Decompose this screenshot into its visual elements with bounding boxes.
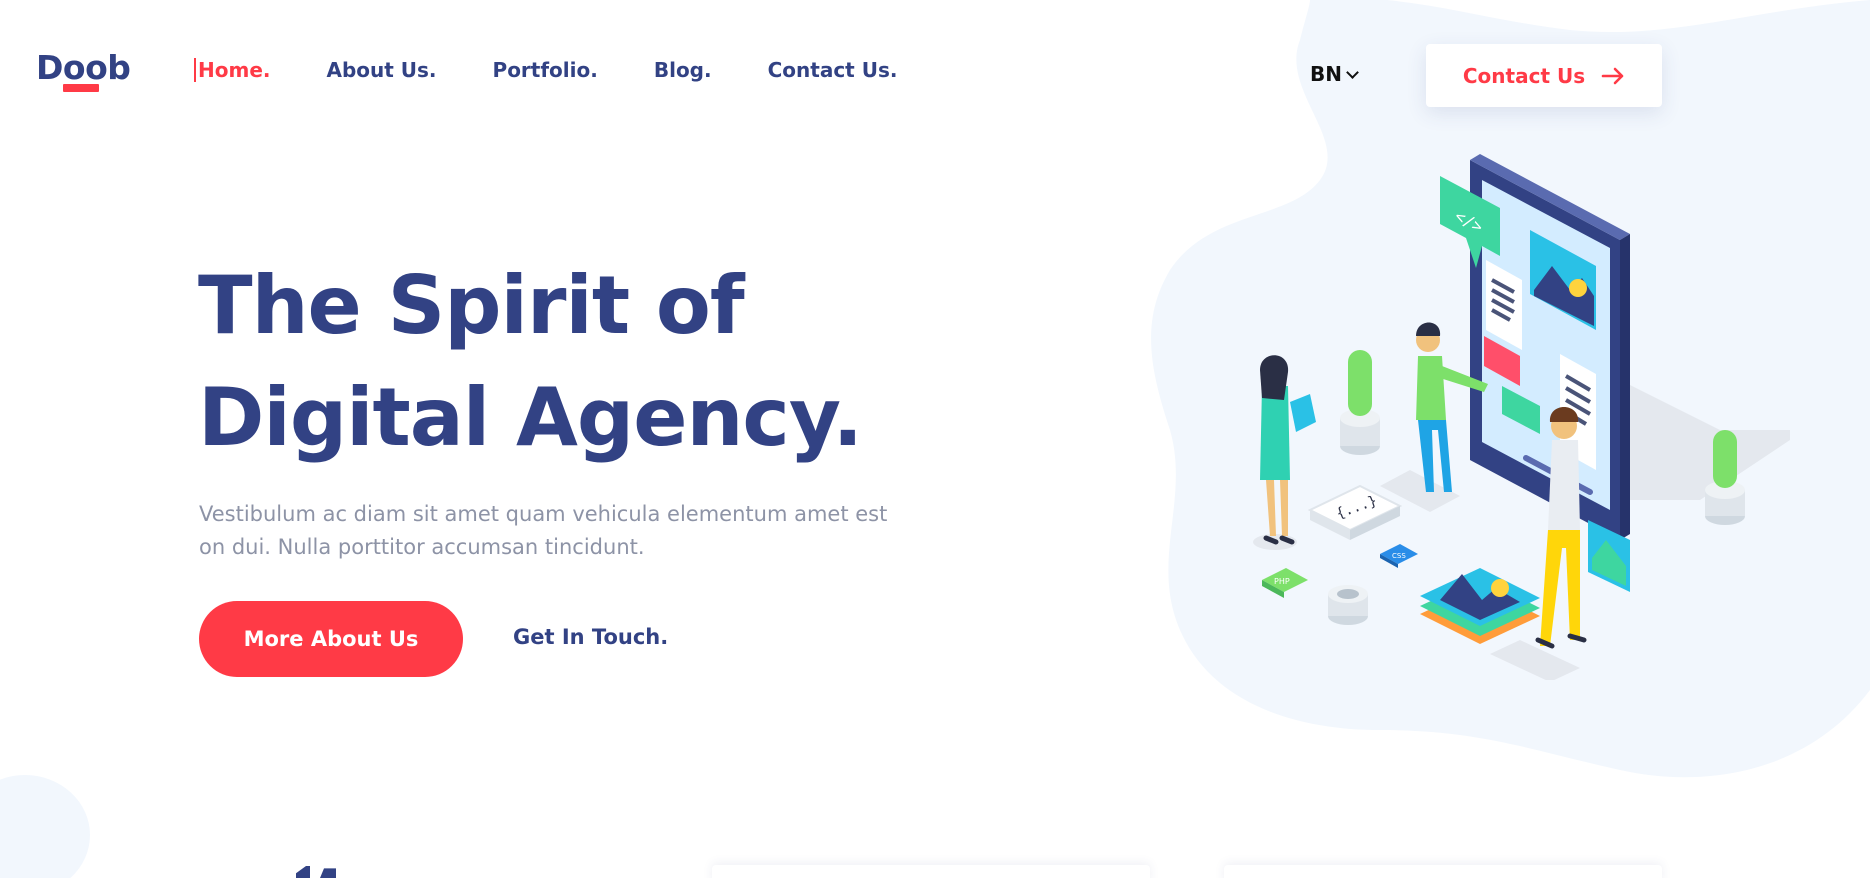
hero-title-line1: The Spirit of [198,259,745,352]
more-about-us-button[interactable]: More About Us [199,601,463,677]
language-label: BN [1310,62,1342,86]
image-stack-icon [1420,568,1540,644]
cup-icon [1328,585,1368,625]
hero-description: Vestibulum ac diam sit amet quam vehicul… [199,502,888,559]
logo-underline [63,84,99,92]
css-chip-icon: CSS [1380,544,1418,568]
hero-illustration: </> {...} PHP CSS [1253,154,1790,680]
background-blob-small [0,775,90,878]
nav-item-home[interactable]: Home. [194,58,270,82]
arrow-right-icon [1601,67,1624,84]
service-card [712,865,1150,878]
language-select[interactable]: BN [1310,62,1359,86]
chevron-down-icon [1346,65,1359,79]
php-chip-icon: PHP [1262,568,1308,598]
hero-title: The Spirit of Digital Agency. [198,250,918,474]
section-title-peek [296,866,336,878]
nav-item-blog[interactable]: Blog. [654,58,712,82]
main-nav: Home. About Us. Portfolio. Blog. Contact… [194,58,953,82]
logo[interactable]: Doob [36,48,131,87]
nav-item-portfolio[interactable]: Portfolio. [493,58,598,82]
css-chip-label: CSS [1392,552,1406,560]
contact-us-button[interactable]: Contact Us [1426,44,1662,107]
person-woman-icon [1253,355,1316,550]
braces-book-icon: {...} [1307,484,1403,540]
service-card [1224,865,1662,878]
nav-item-about[interactable]: About Us. [326,58,436,82]
hero-title-line2: Digital Agency. [198,371,863,464]
contact-us-label: Contact Us [1462,63,1586,88]
get-in-touch-link[interactable]: Get In Touch. [513,625,668,649]
php-chip-label: PHP [1274,577,1290,586]
site-header: Doob Home. About Us. Portfolio. Blog. Co… [0,0,1870,150]
tablet-icon [1290,394,1316,432]
nav-item-contact[interactable]: Contact Us. [768,58,898,82]
plant-pot-icon [1340,350,1380,455]
